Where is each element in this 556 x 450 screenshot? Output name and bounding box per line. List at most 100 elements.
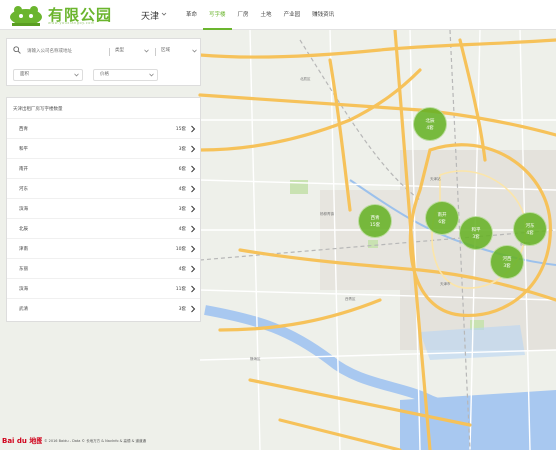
map-cluster-marker[interactable]: 西青 15套 bbox=[358, 204, 392, 238]
type-select-label: 类型 bbox=[115, 48, 124, 53]
cluster-name: 河西 bbox=[502, 257, 512, 262]
chevron-right-icon bbox=[191, 285, 196, 293]
chevron-right-icon bbox=[191, 165, 196, 173]
divider bbox=[155, 48, 156, 56]
logo-tagline: www.youxiangoy.com bbox=[48, 21, 95, 25]
cluster-name: 南开 bbox=[437, 213, 447, 218]
district-name: 西青 bbox=[19, 127, 28, 132]
district-count: 11套 bbox=[175, 287, 186, 292]
chevron-right-icon bbox=[191, 185, 196, 193]
map-cluster-marker[interactable]: 和平 3套 bbox=[459, 216, 493, 250]
map-copyright: © 2016 Baidu - Data © 长地万方 & NavInfo & 高… bbox=[44, 439, 146, 443]
district-name: 南开 bbox=[19, 167, 28, 172]
cluster-name: 和平 bbox=[471, 228, 481, 233]
svg-text:西青区: 西青区 bbox=[345, 296, 356, 301]
map-cluster-marker[interactable]: 河西 3套 bbox=[490, 245, 524, 279]
main-nav: 革命 写字楼 厂房 土地 产业园 赚钱资讯 bbox=[180, 0, 340, 30]
baidu-map-logo[interactable]: Bai du 地图 bbox=[2, 434, 42, 446]
svg-text:静海区: 静海区 bbox=[250, 356, 261, 361]
chevron-down-icon[interactable] bbox=[161, 11, 167, 17]
district-count: 4套 bbox=[178, 227, 186, 232]
city-selector[interactable]: 天津 bbox=[141, 9, 159, 22]
site-logo[interactable]: 有限公园 www.youxiangoy.com bbox=[8, 4, 128, 28]
district-name: 津南 bbox=[19, 247, 28, 252]
cluster-count: 3套 bbox=[472, 235, 480, 240]
nav-item-industrial-park[interactable]: 产业园 bbox=[278, 0, 307, 30]
cluster-name: 北辰 bbox=[425, 119, 435, 124]
list-item[interactable]: 滨海 11套 bbox=[7, 278, 200, 298]
cluster-count: 4套 bbox=[426, 126, 434, 131]
district-count: 3套 bbox=[178, 147, 186, 152]
nav-item-news[interactable]: 赚钱资讯 bbox=[306, 0, 340, 30]
list-item[interactable]: 东丽 4套 bbox=[7, 258, 200, 278]
district-count: 15套 bbox=[175, 127, 186, 132]
cluster-count: 6套 bbox=[438, 220, 446, 225]
district-count: 10套 bbox=[175, 247, 186, 252]
svg-text:杨柳青镇: 杨柳青镇 bbox=[320, 211, 334, 216]
chevron-right-icon bbox=[191, 265, 196, 273]
divider bbox=[109, 48, 110, 56]
svg-text:北辰区: 北辰区 bbox=[300, 76, 311, 81]
price-select-label: 价格 bbox=[100, 72, 109, 77]
search-row: 类型 区域 bbox=[13, 45, 197, 57]
region-select[interactable]: 区域 bbox=[161, 45, 199, 57]
district-count: 4套 bbox=[178, 267, 186, 272]
district-list: 天津出租厂房写字楼数量 西青 15套 和平 3套 南开 6套 河东 4套 滨海 … bbox=[6, 97, 201, 322]
district-count: 3套 bbox=[178, 207, 186, 212]
district-name: 河东 bbox=[19, 187, 28, 192]
map-cluster-marker[interactable]: 南开 6套 bbox=[425, 201, 459, 235]
cluster-name: 河东 bbox=[525, 224, 535, 229]
list-item[interactable]: 和平 3套 bbox=[7, 138, 200, 158]
district-count: 6套 bbox=[178, 167, 186, 172]
nav-item-land[interactable]: 土地 bbox=[255, 0, 278, 30]
district-count: 4套 bbox=[178, 187, 186, 192]
chevron-right-icon bbox=[191, 125, 196, 133]
chevron-right-icon bbox=[191, 305, 196, 313]
chevron-right-icon bbox=[191, 225, 196, 233]
search-icon[interactable] bbox=[13, 46, 21, 54]
area-select-label: 面积 bbox=[20, 72, 29, 77]
list-item[interactable]: 北辰 4套 bbox=[7, 218, 200, 238]
chevron-down-icon bbox=[149, 73, 154, 77]
list-title: 天津出租厂房写字楼数量 bbox=[13, 107, 63, 112]
chevron-right-icon bbox=[191, 145, 196, 153]
cluster-count: 4套 bbox=[526, 231, 534, 236]
chevron-down-icon bbox=[192, 49, 197, 53]
district-count: 3套 bbox=[178, 307, 186, 312]
chevron-down-icon bbox=[144, 49, 149, 53]
list-item[interactable]: 津南 10套 bbox=[7, 238, 200, 258]
list-item[interactable]: 武清 3套 bbox=[7, 298, 200, 318]
list-item[interactable]: 西青 15套 bbox=[7, 118, 200, 138]
cluster-count: 15套 bbox=[369, 223, 381, 228]
district-name: 滨海 bbox=[19, 287, 28, 292]
type-select[interactable]: 类型 bbox=[115, 45, 151, 57]
search-panel: 类型 区域 面积 价格 bbox=[6, 38, 201, 86]
top-header: 有限公园 www.youxiangoy.com 天津 革命 写字楼 厂房 土地 … bbox=[0, 0, 556, 30]
svg-text:天津站: 天津站 bbox=[430, 176, 441, 181]
map-cluster-marker[interactable]: 北辰 4套 bbox=[413, 107, 447, 141]
price-select[interactable]: 价格 bbox=[93, 69, 158, 81]
district-name: 北辰 bbox=[19, 227, 28, 232]
nav-item-office[interactable]: 革命 bbox=[180, 0, 203, 30]
baidu-logo-text: Bai du 地图 bbox=[2, 436, 42, 445]
district-name: 武清 bbox=[19, 307, 28, 312]
chevron-down-icon bbox=[74, 73, 79, 77]
area-select[interactable]: 面积 bbox=[13, 69, 83, 81]
cluster-name: 西青 bbox=[370, 216, 380, 221]
svg-text:天津市: 天津市 bbox=[440, 281, 451, 286]
district-name: 滨海 bbox=[19, 207, 28, 212]
district-name: 东丽 bbox=[19, 267, 28, 272]
list-item[interactable]: 滨海 3套 bbox=[7, 198, 200, 218]
logo-icon bbox=[10, 6, 42, 26]
district-name: 和平 bbox=[19, 147, 28, 152]
cluster-count: 3套 bbox=[503, 264, 511, 269]
nav-item-office-building[interactable]: 写字楼 bbox=[203, 0, 232, 30]
search-input[interactable] bbox=[27, 45, 109, 57]
nav-item-factory[interactable]: 厂房 bbox=[232, 0, 255, 30]
chevron-right-icon bbox=[191, 245, 196, 253]
map-cluster-marker[interactable]: 河东 4套 bbox=[513, 212, 547, 246]
list-item[interactable]: 南开 6套 bbox=[7, 158, 200, 178]
region-select-label: 区域 bbox=[161, 48, 170, 53]
list-item[interactable]: 河东 4套 bbox=[7, 178, 200, 198]
chevron-right-icon bbox=[191, 205, 196, 213]
